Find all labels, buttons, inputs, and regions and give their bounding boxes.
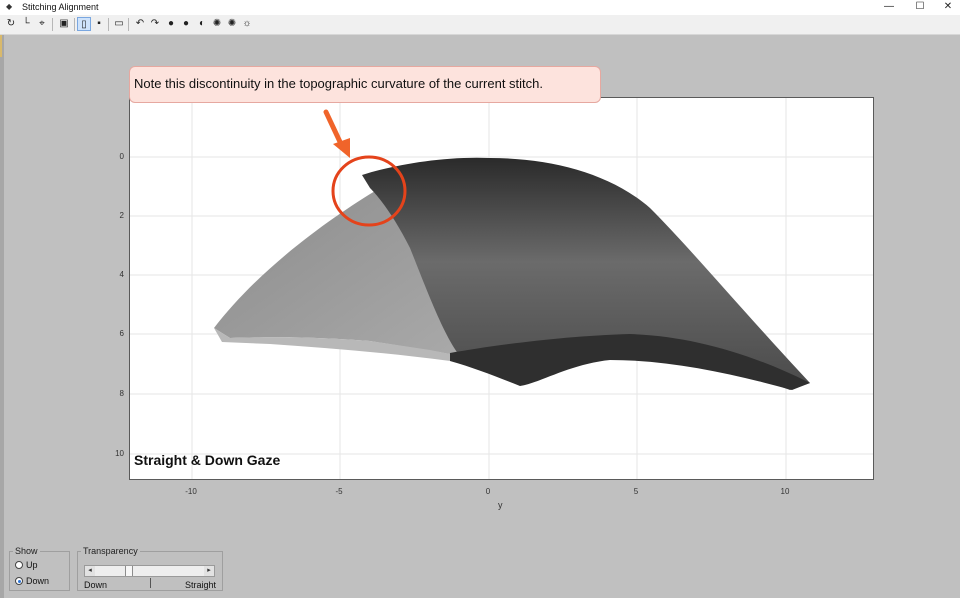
radio-down-circle[interactable] bbox=[15, 577, 23, 585]
minimize-button[interactable]: — bbox=[873, 0, 905, 15]
x-tick-label: 5 bbox=[633, 487, 639, 496]
x-tick-label: -5 bbox=[335, 487, 343, 496]
x-tick-label: -10 bbox=[185, 487, 197, 496]
panel-on-icon[interactable]: ▯ bbox=[77, 17, 91, 31]
title-bar: ◆ Stitching Alignment — ☐ ✕ bbox=[0, 0, 960, 15]
slider-tick-mark bbox=[150, 578, 151, 588]
plot-label: Straight & Down Gaze bbox=[134, 452, 281, 468]
save-icon[interactable]: ▣ bbox=[57, 17, 71, 31]
brightness-icon-3[interactable]: ◐ bbox=[195, 17, 209, 31]
brightness-icon-2[interactable]: ● bbox=[179, 17, 193, 31]
close-button[interactable]: ✕ bbox=[932, 0, 960, 15]
sun-icon-3[interactable]: ☼ bbox=[240, 17, 254, 31]
undo-icon[interactable]: ↶ bbox=[133, 17, 147, 31]
window-title: Stitching Alignment bbox=[22, 2, 99, 12]
show-panel: Show Up Down bbox=[9, 546, 70, 591]
toolbar-separator bbox=[52, 18, 53, 31]
app-icon: ◆ bbox=[6, 2, 13, 11]
y-tick-label: 10 bbox=[115, 449, 124, 458]
y-tick-label: 0 bbox=[119, 152, 124, 161]
window-left-accent bbox=[0, 35, 2, 57]
plot-axes[interactable] bbox=[129, 97, 874, 480]
palette-icon[interactable]: ▪ bbox=[92, 17, 106, 31]
layout-icon[interactable]: ▭ bbox=[112, 17, 126, 31]
sun-icon-1[interactable]: ✺ bbox=[210, 17, 224, 31]
annotation-note: Note this discontinuity in the topograph… bbox=[129, 66, 601, 103]
toolbar-separator bbox=[74, 18, 75, 31]
slider-right-label: Straight bbox=[184, 580, 216, 590]
rotate-icon[interactable]: ↻ bbox=[4, 17, 18, 31]
y-tick-label: 8 bbox=[119, 389, 124, 398]
toolbar: ↻ └ ⌖ ▣ ▯ ▪ ▭ ↶ ↷ ● ● ◐ ✺ ✺ ☼ bbox=[0, 15, 960, 35]
slider-thumb[interactable] bbox=[125, 566, 134, 576]
brightness-icon-1[interactable]: ● bbox=[164, 17, 178, 31]
radio-down-label: Down bbox=[26, 576, 50, 586]
window-left-edge bbox=[0, 35, 4, 598]
slider-left-arrow-icon[interactable]: ◂ bbox=[85, 566, 95, 576]
surface-render bbox=[130, 98, 873, 479]
radio-up-label: Up bbox=[26, 560, 38, 570]
radio-down[interactable]: Down bbox=[15, 575, 49, 587]
axes-icon[interactable]: └ bbox=[19, 17, 33, 31]
slider-right-arrow-icon[interactable]: ▸ bbox=[204, 566, 214, 576]
redo-icon[interactable]: ↷ bbox=[148, 17, 162, 31]
transparency-panel: Transparency ◂ ▸ Down Straight bbox=[77, 546, 223, 591]
sun-icon-2[interactable]: ✺ bbox=[225, 17, 239, 31]
y-tick-label: 6 bbox=[119, 329, 124, 338]
transparency-panel-title: Transparency bbox=[81, 546, 140, 556]
toolbar-separator bbox=[108, 18, 109, 31]
y-tick-label: 2 bbox=[119, 211, 124, 220]
x-tick-label: 0 bbox=[485, 487, 491, 496]
y-tick-label: 4 bbox=[119, 270, 124, 279]
data-cursor-icon[interactable]: ⌖ bbox=[35, 17, 49, 31]
x-axis-title: y bbox=[498, 500, 503, 510]
show-panel-title: Show bbox=[13, 546, 40, 556]
toolbar-separator bbox=[128, 18, 129, 31]
slider-left-label: Down bbox=[84, 580, 108, 590]
radio-up[interactable]: Up bbox=[15, 559, 38, 571]
transparency-slider[interactable]: ◂ ▸ bbox=[84, 565, 215, 577]
radio-up-circle[interactable] bbox=[15, 561, 23, 569]
x-tick-label: 10 bbox=[780, 487, 790, 496]
